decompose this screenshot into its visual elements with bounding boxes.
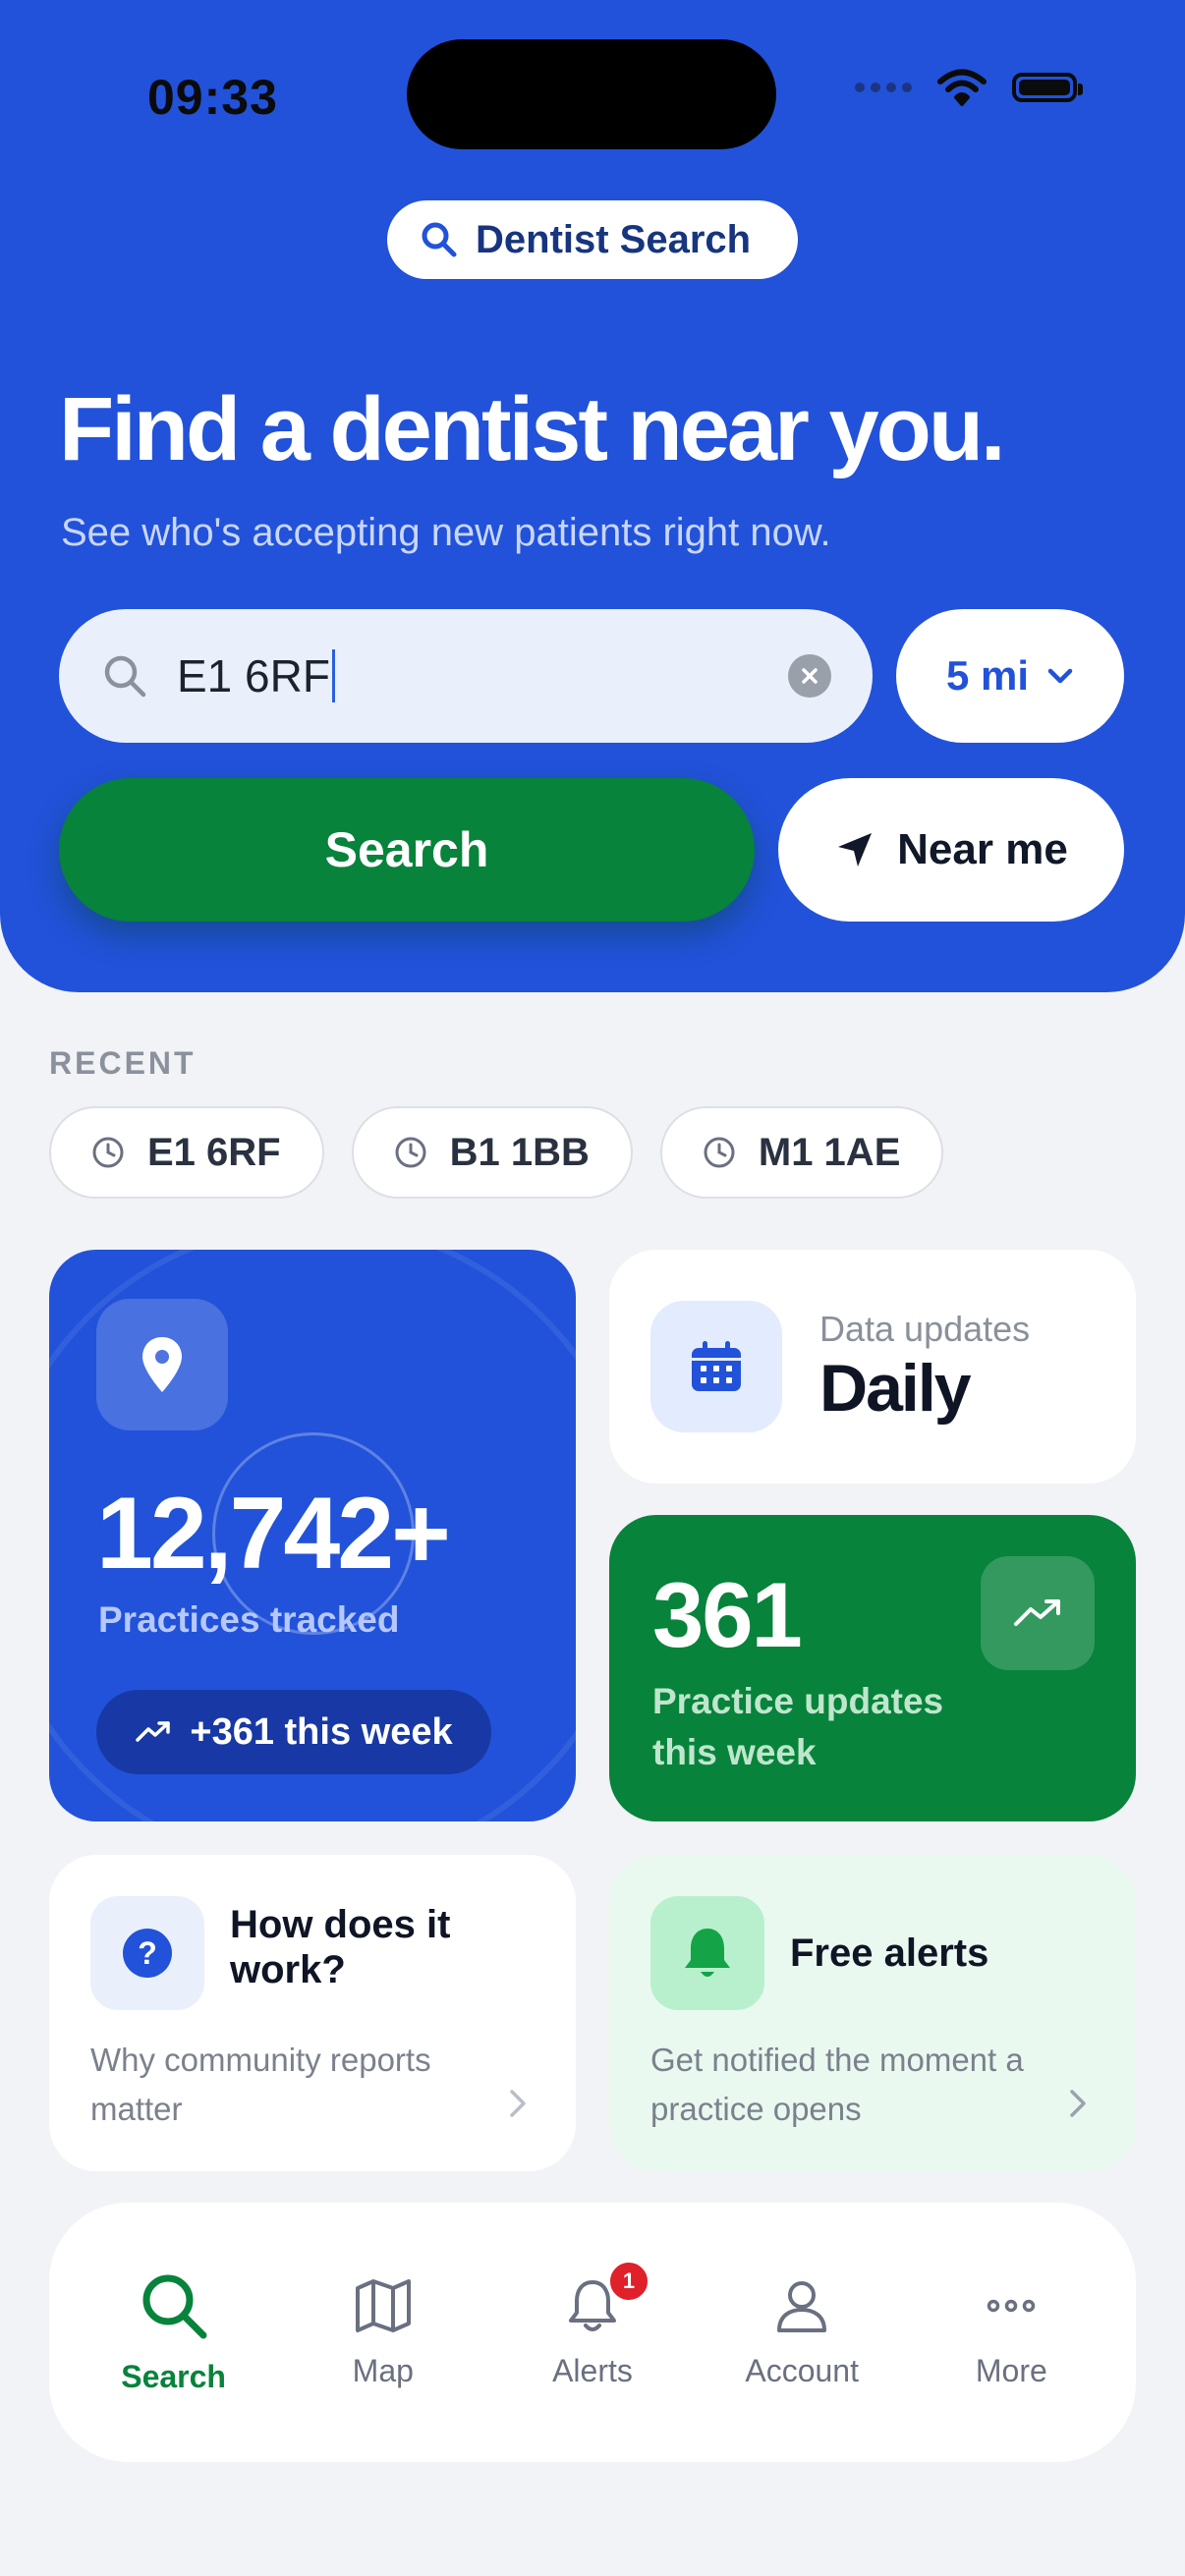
- free-alerts-card[interactable]: Free alerts Get notified the moment a pr…: [609, 1855, 1136, 2171]
- clock-icon: [395, 1137, 426, 1168]
- map-pin-icon: [142, 1337, 182, 1392]
- chevron-right-icon: [1070, 2090, 1086, 2117]
- map-icon: [355, 2278, 411, 2332]
- close-icon: [802, 668, 818, 684]
- recent-chip[interactable]: M1 1AE: [659, 1106, 944, 1199]
- wifi-icon: [937, 69, 987, 106]
- svg-text:?: ?: [138, 1935, 157, 1971]
- trend-icon-box: [981, 1556, 1095, 1670]
- data-updates-value: Daily: [819, 1351, 972, 1426]
- status-icons: [855, 69, 1083, 106]
- data-updates-label: Data updates: [819, 1309, 1031, 1349]
- near-me-label: Near me: [897, 825, 1068, 873]
- clock-icon: [704, 1137, 735, 1168]
- clock-icon: [92, 1137, 124, 1168]
- how-it-works-desc: Why community reports matter: [90, 2042, 431, 2127]
- status-time: 09:33: [147, 70, 278, 125]
- recent-chip[interactable]: B1 1BB: [351, 1106, 633, 1199]
- tab-search[interactable]: Search: [76, 2270, 272, 2395]
- search-icon: [104, 655, 146, 698]
- search-icon: [422, 222, 457, 257]
- app-title-pill: Dentist Search: [387, 200, 798, 279]
- tab-map[interactable]: Map: [285, 2276, 481, 2389]
- chevron-right-icon: [510, 2090, 526, 2117]
- signal-icon: [855, 83, 912, 92]
- practice-updates-label: Practice updates this week: [652, 1681, 944, 1772]
- recent-heading: RECENT: [49, 1045, 197, 1081]
- free-alerts-desc: Get notified the moment a practice opens: [650, 2042, 1024, 2127]
- search-icon: [142, 2274, 207, 2338]
- page-title: Find a dentist near you.: [59, 379, 1006, 479]
- practice-updates-count: 361: [652, 1563, 803, 1666]
- practices-tracked-card: 12,742+ Practices tracked +361 this week: [49, 1250, 576, 1821]
- trend-up-icon: [1014, 1599, 1060, 1626]
- tab-more[interactable]: More: [913, 2276, 1109, 2389]
- search-button-label: Search: [324, 822, 489, 877]
- recent-chip[interactable]: E1 6RF: [49, 1106, 324, 1199]
- near-me-button[interactable]: Near me: [778, 778, 1124, 922]
- search-input-value[interactable]: E1 6RF: [177, 649, 788, 702]
- practices-label: Practices tracked: [98, 1599, 400, 1640]
- app-title: Dentist Search: [476, 217, 752, 261]
- trend-up-icon: [136, 1721, 171, 1742]
- recent-searches: E1 6RF B1 1BB M1 1AE: [49, 1106, 944, 1199]
- radius-select[interactable]: 5 mi: [896, 609, 1124, 743]
- dynamic-island: [407, 39, 776, 149]
- calendar-icon: [692, 1341, 741, 1391]
- question-icon: ?: [123, 1929, 172, 1978]
- help-icon-box: ?: [90, 1896, 204, 2010]
- battery-icon: [1012, 73, 1083, 102]
- location-arrow-icon: [838, 833, 873, 867]
- free-alerts-title: Free alerts: [790, 1932, 989, 1975]
- search-button[interactable]: Search: [59, 778, 755, 922]
- pin-icon-box: [96, 1299, 228, 1430]
- radius-value: 5 mi: [945, 652, 1030, 699]
- how-it-works-title: How does it work?: [230, 1903, 451, 1991]
- chevron-down-icon: [1047, 668, 1073, 684]
- page-subtitle: See who's accepting new patients right n…: [61, 511, 831, 554]
- bell-icon-box: [650, 1896, 764, 2010]
- bottom-tab-bar: Search Map 1 Alerts Account More: [49, 2203, 1136, 2462]
- tab-alerts[interactable]: 1 Alerts: [494, 2258, 691, 2389]
- data-updates-card: Data updates Daily: [609, 1250, 1136, 1484]
- clear-search-button[interactable]: [788, 654, 831, 698]
- practices-count: 12,742+: [96, 1477, 451, 1591]
- person-icon: [777, 2280, 827, 2332]
- bell-icon: [685, 1929, 730, 1977]
- how-it-works-card[interactable]: ? How does it work? Why community report…: [49, 1855, 576, 2171]
- weekly-change-badge: +361 this week: [96, 1690, 491, 1774]
- alerts-badge: 1: [605, 2258, 651, 2304]
- postcode-search-input[interactable]: E1 6RF: [59, 609, 873, 743]
- calendar-icon-box: [650, 1301, 782, 1432]
- more-icon: [988, 2299, 1036, 2312]
- tab-account[interactable]: Account: [704, 2276, 900, 2389]
- practice-updates-card: 361 Practice updates this week: [609, 1515, 1136, 1821]
